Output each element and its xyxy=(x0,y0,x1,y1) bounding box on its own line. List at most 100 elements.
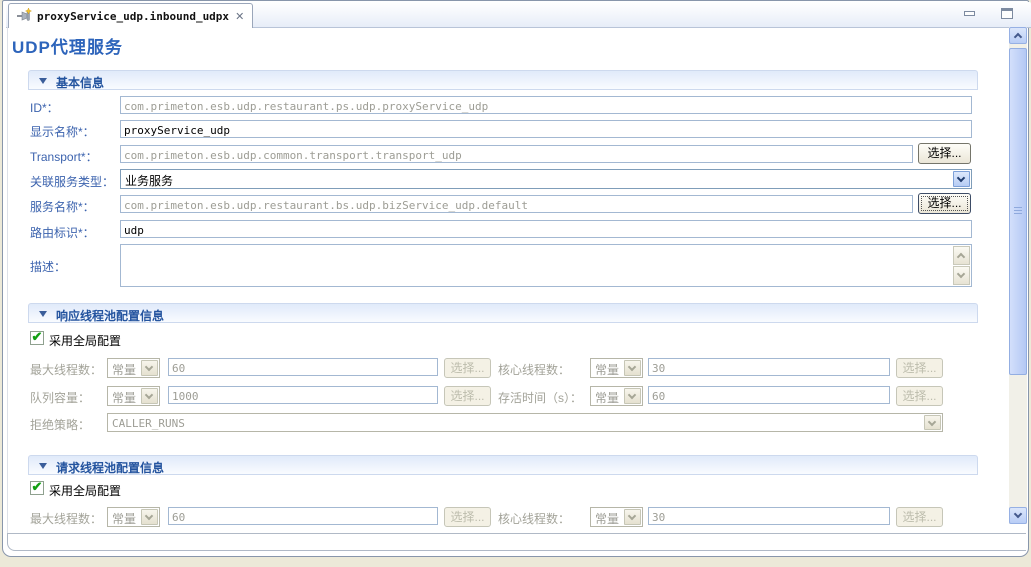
queue-capacity-select-button: 选择... xyxy=(444,386,491,406)
queue-capacity-mode-combo: 常量 xyxy=(107,386,160,406)
queue-capacity-mode-value: 常量 xyxy=(112,391,136,405)
combo-arrow-button xyxy=(624,360,641,376)
chevron-down-icon xyxy=(957,270,965,278)
tab-close-icon[interactable]: ✕ xyxy=(234,10,245,23)
chevron-down-icon xyxy=(145,363,153,371)
service-name-select-button[interactable]: 选择... xyxy=(918,193,971,214)
request-core-threads-select-button: 选择... xyxy=(896,507,943,527)
section-request-pool-title: 请求线程池配置信息 xyxy=(56,459,164,476)
reject-policy-label: 拒绝策略： xyxy=(30,416,90,433)
editor-tab-bar: proxyService_udp.inbound_udpx ✕ xyxy=(6,2,1031,28)
display-name-label: 显示名称*： xyxy=(30,123,95,140)
combo-arrow-button xyxy=(624,388,641,404)
max-threads-mode-value: 常量 xyxy=(112,363,136,377)
page-title: UDP代理服务 xyxy=(12,33,123,58)
combo-arrow-button[interactable] xyxy=(953,171,970,187)
request-core-threads-label: 核心线程数： xyxy=(498,510,570,527)
queue-capacity-field xyxy=(168,386,438,404)
service-type-combo[interactable]: 业务服务 xyxy=(120,169,972,189)
combo-arrow-button xyxy=(924,415,941,430)
request-max-threads-select-button: 选择... xyxy=(444,507,491,527)
combo-arrow-button xyxy=(141,509,158,525)
combo-arrow-button xyxy=(141,388,158,404)
core-threads-mode-value: 常量 xyxy=(595,363,619,377)
scroll-down-button[interactable] xyxy=(1009,507,1027,524)
form-left-edge xyxy=(7,27,8,533)
maximize-icon xyxy=(1001,8,1013,19)
reject-policy-value: CALLER_RUNS xyxy=(112,417,185,430)
transport-select-button[interactable]: 选择... xyxy=(918,143,971,164)
maximize-button[interactable] xyxy=(1001,8,1013,19)
bottom-panel xyxy=(7,533,1026,551)
minimize-icon xyxy=(964,11,975,16)
core-threads-select-button: 选择... xyxy=(896,358,943,378)
tab-proxyservice-udp[interactable]: proxyService_udp.inbound_udpx ✕ xyxy=(8,3,253,28)
chevron-up-icon xyxy=(957,253,965,261)
request-core-threads-mode-combo: 常量 xyxy=(590,507,643,527)
core-threads-mode-combo: 常量 xyxy=(590,358,643,378)
request-max-threads-mode-combo: 常量 xyxy=(107,507,160,527)
service-name-field xyxy=(120,195,913,213)
max-threads-label: 最大线程数： xyxy=(30,361,102,378)
vertical-scrollbar[interactable] xyxy=(1009,27,1027,524)
section-request-pool-header[interactable]: 请求线程池配置信息 xyxy=(28,455,978,475)
max-threads-select-button: 选择... xyxy=(444,358,491,378)
scroll-up-button[interactable] xyxy=(1009,27,1027,44)
section-response-pool-header[interactable]: 响应线程池配置信息 xyxy=(28,303,978,323)
scrollbar-grip-icon xyxy=(1014,207,1022,216)
chevron-up-icon xyxy=(1014,33,1022,41)
response-use-global-label: 采用全局配置 xyxy=(49,332,121,349)
section-toggle-icon xyxy=(39,311,47,317)
section-toggle-icon xyxy=(39,463,47,469)
max-threads-field xyxy=(168,358,438,376)
request-max-threads-field xyxy=(168,507,438,525)
combo-arrow-button xyxy=(141,360,158,376)
request-core-threads-mode-value: 常量 xyxy=(595,512,619,526)
section-basic-title: 基本信息 xyxy=(56,74,104,91)
scrollbar-thumb[interactable] xyxy=(1009,48,1027,375)
description-label: 描述： xyxy=(30,258,66,275)
combo-arrow-button xyxy=(624,509,641,525)
chevron-down-icon xyxy=(145,391,153,399)
tab-title: proxyService_udp.inbound_udpx xyxy=(37,10,229,23)
section-basic-header[interactable]: 基本信息 xyxy=(28,70,978,90)
keep-alive-field xyxy=(648,386,890,404)
check-icon: ✔ xyxy=(32,329,43,344)
textarea-scroll-up-button xyxy=(953,246,970,265)
request-max-threads-mode-value: 常量 xyxy=(112,512,136,526)
request-core-threads-field xyxy=(648,507,890,525)
core-threads-field xyxy=(648,358,890,376)
keep-alive-label: 存活时间（s）： xyxy=(498,389,582,406)
service-type-value: 业务服务 xyxy=(125,174,173,188)
request-use-global-checkbox[interactable]: ✔ xyxy=(30,481,44,495)
transport-label: Transport*： xyxy=(30,148,98,165)
description-textarea[interactable] xyxy=(120,244,972,287)
chevron-down-icon xyxy=(628,363,636,371)
minimize-button[interactable] xyxy=(964,11,975,16)
reject-policy-combo: CALLER_RUNS xyxy=(107,413,943,432)
textarea-scroll-down-button xyxy=(953,266,970,285)
section-response-pool-title: 响应线程池配置信息 xyxy=(56,307,164,324)
core-threads-label: 核心线程数： xyxy=(498,361,570,378)
keep-alive-mode-combo: 常量 xyxy=(590,386,643,406)
chevron-down-icon xyxy=(628,391,636,399)
chevron-down-icon xyxy=(145,512,153,520)
id-label: ID*： xyxy=(30,99,59,116)
editor-plug-icon xyxy=(16,8,32,24)
response-use-global-checkbox[interactable]: ✔ xyxy=(30,331,44,345)
service-type-label: 关联服务类型： xyxy=(30,173,114,190)
transport-field xyxy=(120,145,913,163)
route-id-label: 路由标识*： xyxy=(30,224,95,241)
check-icon: ✔ xyxy=(32,479,43,494)
display-name-field[interactable] xyxy=(120,120,972,138)
route-id-field[interactable] xyxy=(120,220,972,238)
chevron-down-icon xyxy=(1014,510,1022,518)
chevron-down-icon xyxy=(628,512,636,520)
section-toggle-icon xyxy=(39,78,47,84)
keep-alive-mode-value: 常量 xyxy=(595,391,619,405)
queue-capacity-label: 队列容量： xyxy=(30,389,90,406)
request-max-threads-label: 最大线程数： xyxy=(30,510,102,527)
request-use-global-label: 采用全局配置 xyxy=(49,482,121,499)
chevron-down-icon xyxy=(957,174,965,182)
keep-alive-select-button: 选择... xyxy=(896,386,943,406)
